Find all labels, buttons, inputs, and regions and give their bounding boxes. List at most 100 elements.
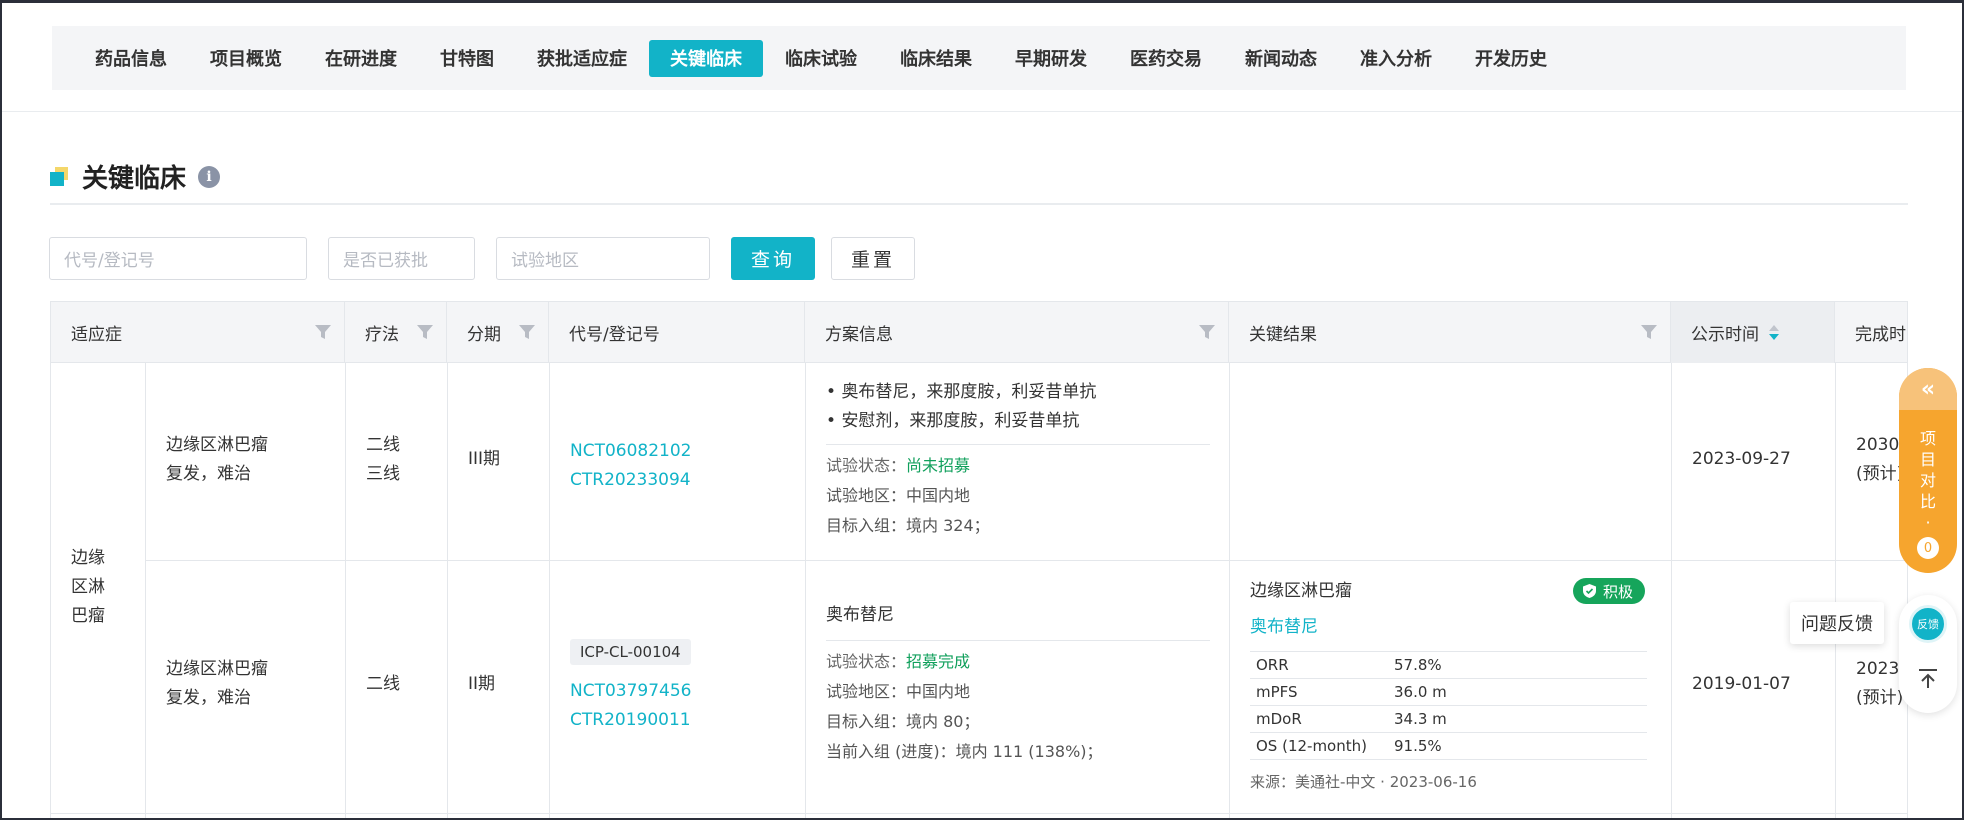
col-code-label: 代号/登记号 [569,325,660,345]
row-divider [51,813,1907,814]
col-code: 代号/登记号 [549,302,805,363]
grid-line [1835,363,1836,818]
col-therapy-line[interactable]: 疗法 [345,302,447,363]
info-icon[interactable]: i [198,165,221,188]
app-frame: 药品信息 项目概览 在研进度 甘特图 获批适应症 关键临床 临床试验 临床结果 … [0,0,1964,820]
grid-line [145,363,146,818]
tab-early-rd[interactable]: 早期研发 [994,40,1108,77]
tab-drug-info[interactable]: 药品信息 [74,40,188,77]
grid-line [1229,363,1230,818]
col-therapy-line-label: 疗法 [365,325,399,345]
trial-status-label: 试验状态： [826,652,907,671]
metric-row: OS (12-month) 91.5% [1250,732,1647,760]
metric-name: ORR [1250,651,1388,679]
metric-value: 91.5% [1388,732,1647,760]
registry-link[interactable]: CTR20233094 [570,466,692,495]
metric-value: 34.3 m [1388,705,1647,733]
tab-approved-indications[interactable]: 获批适应症 [516,40,648,77]
feedback-button[interactable]: 反馈 [1909,605,1947,643]
col-complete-date[interactable]: 完成时 [1835,302,1907,363]
section-mark-icon [50,166,70,187]
table-row-1-plan: 奥布替尼，来那度胺，利妥昔单抗 安慰剂，来那度胺，利妥昔单抗 试验状态：尚未招募… [826,378,1210,541]
col-plan-label: 方案信息 [825,325,893,345]
col-publish-date[interactable]: 公示时间 [1671,302,1835,363]
section-heading: 关键临床 i [50,158,221,195]
result-source: 来源：美通社-中文 · 2023-06-16 [1250,773,1477,791]
table-row-2-codes: ICP-CL-00104 NCT03797456 CTR20190011 [570,638,692,735]
group-indication-line: 区淋 [71,577,105,597]
therapy-line: 三线 [366,464,400,484]
registry-link[interactable]: NCT06082102 [570,437,692,466]
reset-button[interactable]: 重置 [831,237,915,280]
project-compare-label: 项目对比· [1919,429,1936,532]
col-complete-date-label: 完成时 [1855,325,1906,345]
metric-row: mPFS 36.0 m [1250,678,1647,706]
tab-dev-history[interactable]: 开发历史 [1454,40,1568,77]
trial-status-value: 尚未招募 [906,456,971,475]
result-metrics-table: ORR 57.8% mPFS 36.0 m mDoR 34.3 m OS (12-mo… [1250,651,1647,760]
approved-select[interactable]: 是否已获批 [328,237,475,280]
tab-clinical-trials[interactable]: 临床试验 [764,40,878,77]
tab-news[interactable]: 新闻动态 [1224,40,1338,77]
registry-link[interactable]: NCT03797456 [570,677,692,706]
metric-value: 57.8% [1388,651,1647,679]
col-plan[interactable]: 方案信息 [805,302,1229,363]
metric-name: mPFS [1250,678,1388,706]
sort-icon[interactable] [1769,324,1779,342]
plan-arms: 奥布替尼，来那度胺，利妥昔单抗 安慰剂，来那度胺，利妥昔单抗 [826,378,1210,436]
code-search-input[interactable]: 代号/登记号 [49,237,307,280]
tab-key-clinical[interactable]: 关键临床 [649,39,763,77]
region-select[interactable]: 试验地区 [496,237,710,280]
filter-icon[interactable] [1198,324,1216,341]
tab-gantt[interactable]: 甘特图 [419,40,515,77]
filter-icon[interactable] [416,324,434,341]
tab-project-overview[interactable]: 项目概览 [189,40,303,77]
top-nav: 药品信息 项目概览 在研进度 甘特图 获批适应症 关键临床 临床试验 临床结果 … [52,26,1906,90]
col-result-label: 关键结果 [1249,325,1317,345]
positive-badge: 积极 [1573,578,1646,604]
registry-link[interactable]: CTR20190011 [570,706,692,735]
table-row-1-codes: NCT06082102 CTR20233094 [570,437,692,495]
filter-icon[interactable] [314,324,332,341]
sub-indication: 边缘区淋巴瘤 [166,659,268,679]
tab-rd-progress[interactable]: 在研进度 [304,40,418,77]
positive-badge-label: 积极 [1603,582,1634,601]
table-row-1-lines: 二线 三线 [366,431,400,489]
sub-indication-status: 复发，难治 [166,464,251,484]
metric-value: 36.0 m [1388,678,1647,706]
result-drug-link[interactable]: 奥布替尼 [1250,613,1318,642]
tab-access-analysis[interactable]: 准入分析 [1339,40,1453,77]
query-button[interactable]: 查询 [731,237,815,280]
col-indication[interactable]: 适应症 [51,302,345,363]
nav-divider [2,111,1962,112]
filter-icon[interactable] [518,324,536,341]
key-clinical-table: 适应症 疗法 分期 代号/登记号 方案信息 关键结果 公示时间 完成时 边缘 区… [50,301,1908,818]
table-row-2-complete: 2023- (预计) [1856,655,1905,713]
metric-row: ORR 57.8% [1250,651,1647,679]
group-indication-line: 巴瘤 [71,606,105,626]
table-row-1-publish-date: 2023-09-27 [1692,449,1791,469]
filter-icon[interactable] [1640,324,1658,341]
complete-estimate: (预计) [1856,688,1904,708]
therapy-line: 二线 [366,674,400,694]
grid-line [1671,363,1672,818]
project-compare-panel[interactable]: « 项目对比· 0 [1899,368,1957,573]
trial-current-enrollment: 当前入组 (进度)：境内 111 (138%)； [826,742,1103,761]
code-badge: ICP-CL-00104 [570,639,691,665]
col-indication-label: 适应症 [71,325,122,345]
col-publish-date-label: 公示时间 [1691,325,1759,345]
col-result[interactable]: 关键结果 [1229,302,1671,363]
sub-indication-status: 复发，难治 [166,688,251,708]
therapy-line: 二线 [366,435,400,455]
tab-clinical-results[interactable]: 临床结果 [879,40,993,77]
plan-arm: 奥布替尼，来那度胺，利妥昔单抗 [826,378,1210,407]
grid-line [549,363,550,818]
col-phase[interactable]: 分期 [447,302,549,363]
tab-pharma-deals[interactable]: 医药交易 [1109,40,1223,77]
grid-line [805,363,806,818]
table-row-2-phase: II期 [468,674,496,694]
back-to-top-icon[interactable] [1916,667,1940,691]
table-row-2-lines: 二线 [366,670,400,699]
trial-status: 试验状态：招募完成 [826,647,1210,677]
sub-indication: 边缘区淋巴瘤 [166,435,268,455]
